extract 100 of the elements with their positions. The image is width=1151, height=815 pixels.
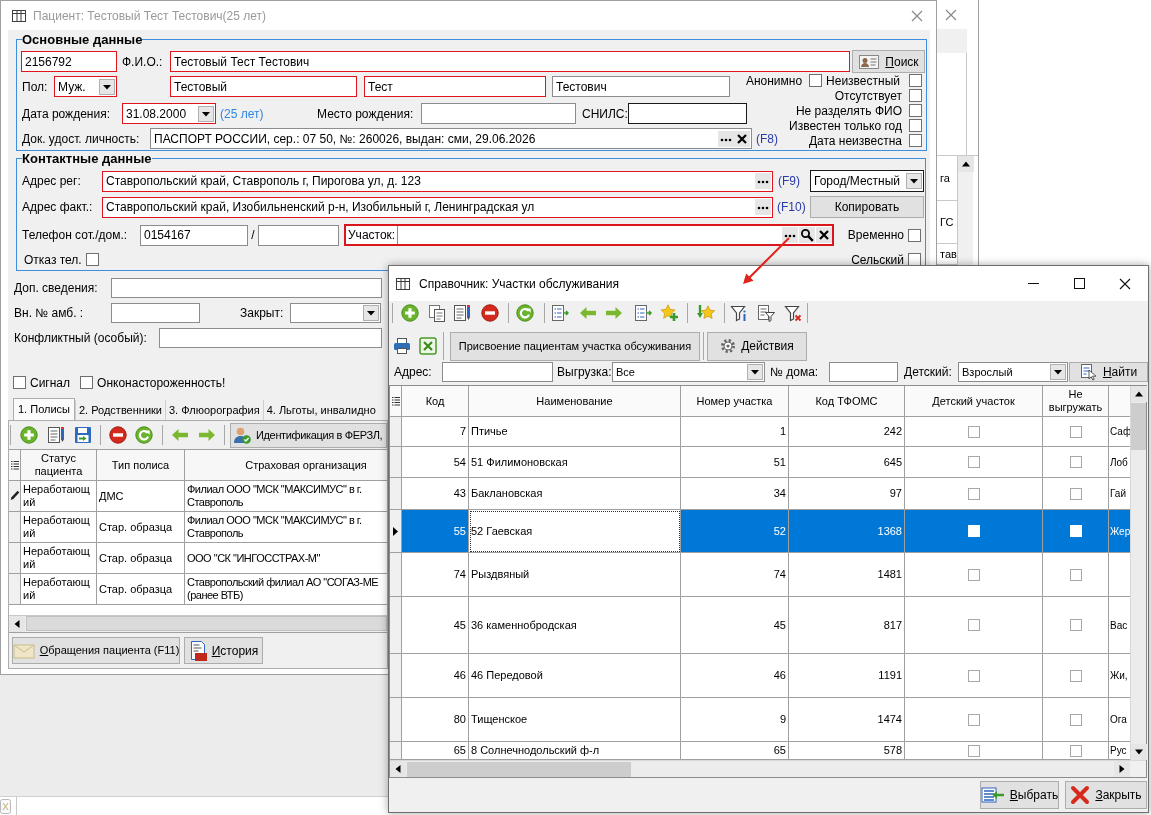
checkbox[interactable] — [1069, 713, 1082, 726]
children-dropdown[interactable]: Взрослый — [958, 362, 1068, 382]
export-dropdown[interactable]: Все — [612, 362, 765, 382]
closed-dropdown[interactable] — [290, 303, 381, 323]
clear-icon[interactable] — [816, 227, 832, 243]
close-icon[interactable] — [1119, 277, 1131, 290]
sex-dropdown[interactable]: Муж. — [54, 76, 117, 97]
identify-button[interactable]: Идентификация в ФЕРЗЛ, — [230, 422, 387, 448]
fact-address-field[interactable]: Ставропольский край, Изобильненский р-н, Изобильный г, Ленинградская ул — [102, 196, 773, 218]
table-row[interactable]: 55 52 Гаевская 52 1368 Жер — [390, 510, 1130, 553]
checkbox[interactable] — [13, 376, 26, 389]
ellipsis-icon[interactable] — [755, 199, 771, 215]
column-header[interactable]: Страховая организация — [185, 450, 387, 481]
last-name-field[interactable]: Тестовый — [170, 76, 357, 97]
checkbox[interactable] — [908, 228, 921, 242]
minus-icon[interactable] — [109, 426, 127, 444]
conflict-field[interactable] — [159, 328, 382, 348]
select-button[interactable]: Выбрать — [980, 781, 1059, 809]
checkbox[interactable] — [967, 619, 980, 631]
column-chooser-icon[interactable] — [391, 396, 400, 406]
search-button[interactable]: Поиск — [852, 50, 925, 73]
address-field[interactable] — [442, 362, 553, 382]
checkbox[interactable] — [967, 487, 980, 500]
checkbox[interactable] — [909, 134, 922, 147]
history-button[interactable]: История — [184, 637, 263, 664]
checkbox[interactable] — [967, 568, 980, 581]
house-field[interactable] — [829, 362, 898, 382]
scroll-down-icon[interactable] — [1131, 744, 1147, 760]
left-arrow-icon[interactable] — [171, 426, 189, 444]
plus-icon[interactable] — [20, 426, 38, 444]
table-row[interactable]: 46 46 Передовой 46 1191 Жи, — [390, 654, 1130, 698]
star-arrow-icon[interactable] — [697, 303, 715, 322]
checkbox[interactable] — [1069, 425, 1082, 438]
mobile-phone-field[interactable]: 0154167 — [140, 224, 248, 246]
vertical-scrollbar[interactable] — [957, 156, 973, 265]
birth-place-field[interactable] — [421, 103, 576, 124]
card-number-field[interactable]: 2156792 — [21, 51, 117, 72]
close-button[interactable]: Закрыть — [1065, 781, 1147, 809]
scroll-up-icon[interactable] — [958, 156, 974, 172]
snils-field[interactable] — [628, 103, 747, 124]
checkbox[interactable] — [1069, 669, 1082, 682]
document-pencil-icon[interactable] — [453, 303, 471, 322]
checkbox[interactable] — [85, 253, 99, 266]
ellipsis-icon[interactable] — [718, 130, 734, 147]
printer-icon[interactable] — [393, 337, 411, 355]
checkbox[interactable] — [909, 119, 922, 132]
find-button[interactable]: Найти — [1069, 362, 1148, 382]
list-arrow-icon[interactable] — [634, 303, 652, 322]
maximize-icon[interactable] — [1073, 278, 1085, 289]
checkbox[interactable] — [967, 713, 980, 726]
reg-address-field[interactable]: Ставропольский край, Ставрополь г, Пирогова ул, д. 123 — [102, 170, 773, 192]
amb-number-field[interactable] — [111, 303, 200, 323]
first-name-field[interactable]: Тест — [364, 76, 546, 97]
checkbox[interactable] — [909, 89, 922, 102]
document-pencil-icon[interactable] — [47, 426, 65, 444]
home-phone-field[interactable] — [258, 224, 339, 246]
district-field[interactable] — [397, 226, 832, 244]
document-field[interactable]: ПАСПОРТ РОССИИ, сер.: 07 50, №: 260026, выдан: сми, 29.06.2026 — [150, 128, 752, 149]
table-row[interactable]: 80 Тищенское 9 1474 Ога — [390, 698, 1130, 742]
scrollbar-thumb[interactable] — [1131, 403, 1146, 450]
minus-icon[interactable] — [481, 303, 499, 322]
search-icon[interactable] — [799, 227, 815, 243]
locality-dropdown[interactable]: Город/Местный — [810, 170, 924, 192]
plus-icon[interactable] — [401, 303, 419, 322]
scroll-left-icon[interactable] — [9, 616, 25, 632]
checkbox[interactable] — [1069, 456, 1082, 468]
column-header[interactable]: Статус пациента — [21, 450, 97, 481]
scroll-up-icon[interactable] — [1131, 386, 1147, 402]
scroll-left-icon[interactable] — [390, 761, 406, 777]
actions-button[interactable]: Действия — [707, 331, 807, 361]
checkbox[interactable] — [967, 744, 980, 757]
column-chooser-icon[interactable] — [10, 460, 19, 470]
clear-icon[interactable] — [734, 130, 750, 147]
table-row[interactable]: 65 8 Солнечнодольский ф-л 65 578 Рус — [390, 742, 1130, 760]
patronymic-field[interactable]: Тестович — [552, 76, 730, 97]
row-header[interactable] — [390, 510, 402, 553]
checkbox[interactable] — [909, 74, 922, 87]
ellipsis-icon[interactable] — [755, 173, 771, 189]
filter-list-icon[interactable] — [757, 303, 775, 322]
table-row[interactable]: 43 Баклановская 34 97 Гай — [390, 478, 1130, 510]
column-header[interactable]: Тип полиса — [97, 450, 185, 481]
scroll-right-icon[interactable] — [1114, 761, 1130, 777]
filter-icon[interactable] — [730, 303, 748, 322]
vertical-scrollbar[interactable] — [1130, 386, 1146, 760]
tab[interactable]: 1. Полисы — [13, 398, 75, 420]
star-plus-icon[interactable] — [660, 303, 678, 322]
checkbox[interactable] — [1069, 568, 1082, 581]
checkbox[interactable] — [967, 425, 980, 438]
ellipsis-icon[interactable] — [782, 227, 798, 243]
spreadsheet-icon[interactable] — [419, 337, 437, 355]
full-name-field[interactable]: Тестовый Тест Тестович — [170, 51, 850, 72]
checkbox[interactable] — [1069, 619, 1082, 631]
row-header[interactable] — [9, 481, 21, 512]
horizontal-scrollbar[interactable] — [390, 760, 1130, 777]
checkbox[interactable] — [967, 456, 980, 468]
scrollbar-thumb[interactable] — [407, 761, 631, 777]
visits-button[interactable]: Обращения пациента (F11) — [12, 637, 180, 664]
assign-button[interactable]: Присвоение пациентам участка обсуживания — [450, 331, 700, 361]
birth-date-dropdown[interactable]: 31.08.2000 — [122, 103, 216, 124]
checkbox[interactable] — [909, 104, 922, 117]
